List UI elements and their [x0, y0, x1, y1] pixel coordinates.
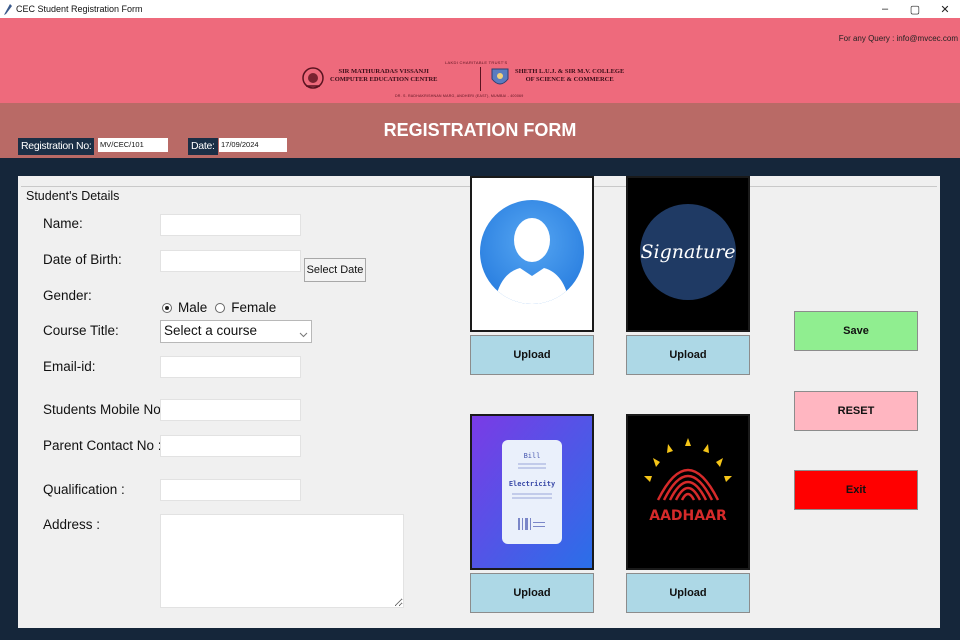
- upload-signature-button[interactable]: Upload: [626, 335, 750, 375]
- date-value: 17/09/2024: [219, 138, 287, 152]
- close-icon[interactable]: ✕: [930, 0, 960, 18]
- qualification-input[interactable]: [160, 479, 301, 501]
- window-controls: – ▢ ✕: [870, 0, 960, 18]
- gender-label: Gender:: [43, 288, 92, 303]
- aadhaar-icon: AADHAAR: [644, 438, 732, 524]
- bill-preview: Bill Electricity: [470, 414, 594, 570]
- email-input[interactable]: [160, 356, 301, 378]
- window-titlebar: CEC Student Registration Form – ▢ ✕: [0, 0, 960, 18]
- chevron-down-icon: [299, 327, 308, 338]
- maximize-icon[interactable]: ▢: [900, 0, 930, 18]
- window-title: CEC Student Registration Form: [16, 4, 143, 14]
- aadhaar-preview: AADHAAR: [626, 414, 750, 570]
- save-button[interactable]: Save: [794, 311, 918, 351]
- email-label: Email-id:: [43, 359, 96, 374]
- registration-no-label: Registration No:: [18, 138, 95, 155]
- parent-contact-label: Parent Contact No :: [43, 438, 162, 453]
- course-select-value: Select a course: [164, 323, 258, 338]
- reset-button[interactable]: RESET: [794, 391, 918, 431]
- dob-input[interactable]: [160, 250, 301, 272]
- upload-photo-button[interactable]: Upload: [470, 335, 594, 375]
- upload-bill-button[interactable]: Upload: [470, 573, 594, 613]
- parent-contact-input[interactable]: [160, 435, 301, 457]
- select-date-button[interactable]: Select Date: [304, 258, 366, 282]
- pen-icon: [3, 3, 13, 15]
- mobile-input[interactable]: [160, 399, 301, 421]
- trust-name: LAKDI CHARITABLE TRUST'S: [445, 60, 508, 65]
- name-input[interactable]: [160, 214, 301, 236]
- course-title-label: Course Title:: [43, 323, 119, 338]
- gender-female-radio[interactable]: [215, 302, 226, 313]
- gender-male-label: Male: [178, 300, 208, 315]
- registration-no-value: MV/CEC/101: [98, 138, 168, 152]
- query-contact: For any Query : info@mvcec.com: [838, 34, 958, 43]
- bill-text: Electricity: [509, 480, 556, 488]
- qualification-label: Qualification :: [43, 482, 125, 497]
- photo-preview: [470, 176, 594, 332]
- org-name-2: SHETH L.U.J. & SIR M.V. COLLEGE OF SCIEN…: [515, 68, 625, 83]
- aadhaar-text: AADHAAR: [649, 508, 727, 524]
- date-label: Date:: [188, 138, 218, 155]
- org-name-1: SIR MATHURADAS VISSANJI COMPUTER EDUCATI…: [330, 68, 438, 83]
- college-address: DR. S. RADHAKRISHNAN MARG, ANDHERI (EAST…: [395, 94, 524, 98]
- logo-divider: [480, 67, 481, 91]
- exit-button[interactable]: Exit: [794, 470, 918, 510]
- name-label: Name:: [43, 216, 83, 231]
- bill-title: Bill: [524, 452, 541, 460]
- signature-preview: Signature: [626, 176, 750, 332]
- form-panel: Student's Details Name: Date of Birth: S…: [18, 176, 940, 628]
- course-select[interactable]: Select a course: [160, 320, 312, 343]
- mobile-label: Students Mobile No:: [43, 402, 165, 417]
- user-avatar-icon: [480, 200, 584, 304]
- address-label: Address :: [43, 517, 101, 532]
- gender-female-label: Female: [231, 300, 277, 315]
- college-header: For any Query : info@mvcec.com LAKDI CHA…: [0, 18, 960, 103]
- upload-aadhaar-button[interactable]: Upload: [626, 573, 750, 613]
- college-emblem-icon: [302, 66, 324, 90]
- form-title-bar: REGISTRATION FORM Registration No: MV/CE…: [0, 103, 960, 158]
- signature-text: Signature: [640, 241, 735, 263]
- gender-radio-group: Male Female: [162, 300, 276, 315]
- minimize-icon[interactable]: –: [870, 0, 900, 18]
- fieldset-legend: Student's Details: [25, 189, 121, 203]
- signature-icon: Signature: [640, 204, 736, 300]
- gender-male-radio[interactable]: [162, 302, 172, 313]
- college-logo-block: LAKDI CHARITABLE TRUST'S SIR MATHURADAS …: [300, 58, 665, 103]
- electricity-bill-icon: Bill Electricity: [472, 416, 592, 568]
- college-emblem-icon: [490, 67, 510, 89]
- address-textarea[interactable]: [160, 514, 404, 608]
- dob-label: Date of Birth:: [43, 252, 122, 267]
